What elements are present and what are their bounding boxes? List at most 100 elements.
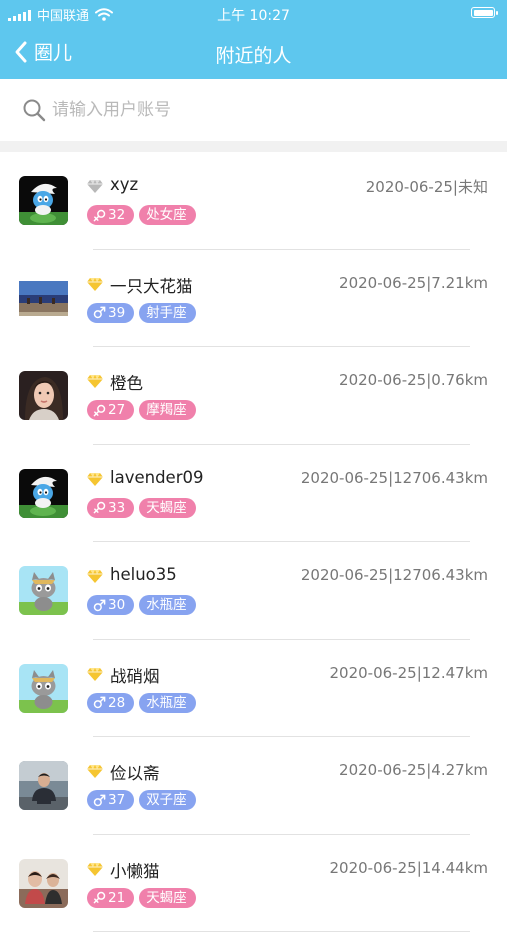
- last-active-date: 2020-06-25: [339, 761, 426, 779]
- list-item[interactable]: lavender092020-06-25|12706.43km33天蝎座: [0, 445, 507, 543]
- age-badge: 28: [87, 693, 134, 713]
- gold-gem-icon: [87, 861, 103, 875]
- male-icon: [93, 306, 106, 319]
- distance: 12706.43km: [393, 566, 488, 584]
- age-badge: 37: [87, 790, 134, 810]
- distance: 0.76km: [431, 371, 488, 389]
- last-active-date: 2020-06-25: [339, 371, 426, 389]
- time-distance: 2020-06-25|12706.43km: [301, 469, 488, 487]
- chevron-left-icon: [14, 40, 28, 64]
- distance: 未知: [458, 178, 488, 196]
- last-active-date: 2020-06-25: [330, 859, 417, 877]
- navigation-bar: 圈儿 附近的人: [0, 28, 507, 79]
- last-active-date: 2020-06-25: [301, 566, 388, 584]
- age-value: 39: [108, 303, 125, 323]
- nearby-user-list: xyz 2020-06-25|未知 32 处女座一只大花猫 2020-06-25|7.2…: [0, 152, 507, 932]
- user-tags: 37 双子座: [87, 790, 196, 810]
- user-name: 小懒猫: [110, 858, 160, 882]
- back-label: 圈儿: [34, 38, 72, 65]
- status-time: 上午 10:27: [0, 5, 507, 25]
- distance: 7.21km: [431, 274, 488, 292]
- distance: 12.47km: [422, 664, 488, 682]
- age-value: 32: [108, 205, 125, 225]
- list-item[interactable]: 橙色 2020-06-25|0.76km 27 摩羯座: [0, 347, 507, 445]
- distance: 12706.43km: [393, 469, 488, 487]
- avatar[interactable]: [19, 761, 68, 810]
- age-value: 30: [108, 595, 125, 615]
- list-item[interactable]: 一只大花猫 2020-06-25|7.21km 39 射手座: [0, 250, 507, 348]
- user-name: 俭以斋: [110, 760, 160, 784]
- user-tags: 27 摩羯座: [87, 400, 196, 420]
- age-badge: 33: [87, 498, 134, 518]
- age-badge: 39: [87, 303, 134, 323]
- section-gap: [0, 141, 507, 152]
- age-value: 33: [108, 498, 125, 518]
- status-bar: 中国联通 上午 10:27: [0, 0, 507, 28]
- female-icon: [93, 501, 106, 514]
- user-name: 一只大花猫: [110, 273, 193, 297]
- back-button[interactable]: 圈儿: [14, 38, 72, 65]
- time-distance: 2020-06-25|4.27km: [339, 761, 488, 779]
- zodiac-badge: 处女座: [139, 205, 196, 225]
- search-input[interactable]: [20, 95, 470, 125]
- gold-gem-icon: [87, 568, 103, 582]
- age-badge: 27: [87, 400, 134, 420]
- distance: 14.44km: [422, 859, 488, 877]
- age-badge: 21: [87, 888, 134, 908]
- age-badge: 32: [87, 205, 134, 225]
- list-item[interactable]: heluo352020-06-25|12706.43km30水瓶座: [0, 542, 507, 640]
- female-icon: [93, 404, 106, 417]
- avatar[interactable]: [19, 469, 68, 518]
- time-distance: 2020-06-25|0.76km: [339, 371, 488, 389]
- user-tags: 39 射手座: [87, 303, 196, 323]
- time-distance: 2020-06-25|未知: [366, 176, 488, 197]
- zodiac-badge: 摩羯座: [139, 400, 196, 420]
- male-icon: [93, 696, 106, 709]
- gold-gem-icon: [87, 763, 103, 777]
- last-active-date: 2020-06-25: [330, 664, 417, 682]
- list-item[interactable]: 小懒猫 2020-06-25|14.44km 21 天蝎座: [0, 835, 507, 932]
- last-active-date: 2020-06-25: [301, 469, 388, 487]
- gold-gem-icon: [87, 276, 103, 290]
- avatar[interactable]: [19, 176, 68, 225]
- age-value: 37: [108, 790, 125, 810]
- age-value: 27: [108, 400, 125, 420]
- user-tags: 33 天蝎座: [87, 498, 196, 518]
- age-value: 21: [108, 888, 125, 908]
- age-badge: 30: [87, 595, 134, 615]
- user-tags: 21 天蝎座: [87, 888, 196, 908]
- avatar[interactable]: [19, 566, 68, 615]
- avatar[interactable]: [19, 664, 68, 713]
- last-active-date: 2020-06-25: [366, 178, 453, 196]
- silver-gem-icon: [87, 178, 103, 192]
- zodiac-badge: 双子座: [139, 790, 196, 810]
- male-icon: [93, 599, 106, 612]
- female-icon: [93, 891, 106, 904]
- user-name: 橙色: [110, 370, 143, 394]
- time-distance: 2020-06-25|7.21km: [339, 274, 488, 292]
- male-icon: [93, 794, 106, 807]
- distance: 4.27km: [431, 761, 488, 779]
- zodiac-badge: 射手座: [139, 303, 196, 323]
- avatar[interactable]: [19, 274, 68, 323]
- age-value: 28: [108, 693, 125, 713]
- user-tags: 32 处女座: [87, 205, 196, 225]
- zodiac-badge: 天蝎座: [139, 498, 196, 518]
- zodiac-badge: 天蝎座: [139, 888, 196, 908]
- user-tags: 30 水瓶座: [87, 595, 196, 615]
- list-item[interactable]: 战硝烟2020-06-25|12.47km28水瓶座: [0, 640, 507, 738]
- list-item[interactable]: 俭以斋 2020-06-25|4.27km 37 双子座: [0, 737, 507, 835]
- page-title: 附近的人: [0, 41, 507, 68]
- user-tags: 28水瓶座: [87, 693, 196, 713]
- user-name: 战硝烟: [110, 663, 160, 687]
- list-item[interactable]: xyz 2020-06-25|未知 32 处女座: [0, 152, 507, 250]
- zodiac-badge: 水瓶座: [139, 595, 196, 615]
- search-bar: [0, 79, 507, 141]
- avatar[interactable]: [19, 859, 68, 908]
- time-distance: 2020-06-25|14.44km: [330, 859, 489, 877]
- avatar[interactable]: [19, 371, 68, 420]
- user-name: xyz: [110, 175, 138, 194]
- gold-gem-icon: [87, 666, 103, 680]
- last-active-date: 2020-06-25: [339, 274, 426, 292]
- user-name: heluo35: [110, 565, 177, 584]
